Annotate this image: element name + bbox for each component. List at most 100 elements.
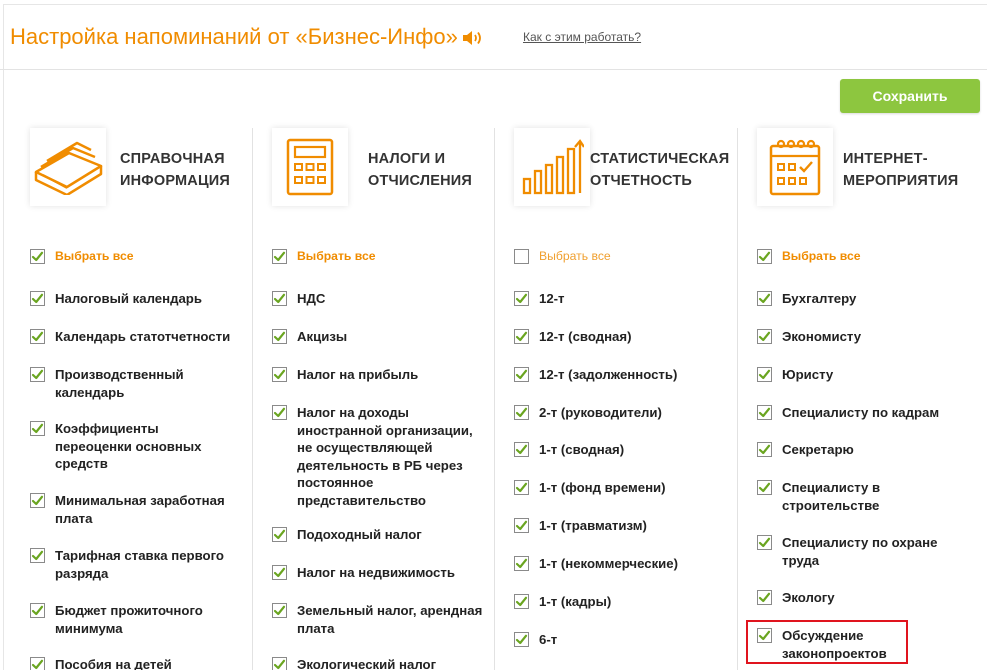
checkbox[interactable] — [30, 421, 45, 436]
checkbox[interactable] — [514, 518, 529, 533]
checkbox-label[interactable]: 6-т — [539, 631, 729, 649]
checkbox-item[interactable]: 12-т — [514, 290, 729, 308]
checkbox-label[interactable]: Специалисту в строительстве — [782, 479, 967, 514]
checkbox[interactable] — [514, 442, 529, 457]
checkbox[interactable] — [272, 367, 287, 382]
checkbox-item[interactable]: Налог на прибыль — [272, 366, 487, 384]
select-all-item[interactable]: Выбрать все — [514, 248, 729, 266]
checkbox-label[interactable]: Календарь статотчетности — [55, 328, 237, 346]
checkbox-item[interactable]: 12-т (задолженность) — [514, 366, 729, 384]
checkbox[interactable] — [272, 249, 287, 264]
checkbox-label[interactable]: Бухгалтеру — [782, 290, 967, 308]
checkbox-label[interactable]: Минимальная заработная плата — [55, 492, 237, 527]
save-button[interactable]: Сохранить — [840, 79, 980, 113]
checkbox-label[interactable]: Налог на недвижимость — [297, 564, 487, 582]
select-all-label[interactable]: Выбрать все — [297, 248, 487, 266]
checkbox-label[interactable]: Подоходный налог — [297, 526, 487, 544]
checkbox-item[interactable]: 1-т (травматизм) — [514, 517, 729, 535]
checkbox[interactable] — [514, 556, 529, 571]
checkbox-item[interactable]: Экономисту — [757, 328, 972, 346]
checkbox-label[interactable]: Специалисту по кадрам — [782, 404, 967, 422]
checkbox-item[interactable]: Тарифная ставка первого разряда — [30, 547, 245, 582]
checkbox[interactable] — [514, 249, 529, 264]
checkbox-item[interactable]: Земельный налог, арендная плата — [272, 602, 487, 637]
checkbox-item[interactable]: Налог на недвижимость — [272, 564, 487, 582]
checkbox[interactable] — [757, 405, 772, 420]
checkbox-item[interactable]: Налоговый календарь — [30, 290, 245, 308]
checkbox[interactable] — [30, 291, 45, 306]
checkbox-item[interactable]: Специалисту по охране труда — [757, 534, 972, 569]
checkbox-item[interactable]: Экологический налог — [272, 656, 487, 670]
checkbox-label[interactable]: Бюджет прожиточного минимума — [55, 602, 237, 637]
checkbox[interactable] — [757, 291, 772, 306]
checkbox[interactable] — [30, 329, 45, 344]
checkbox-item[interactable]: 1-т (кадры) — [514, 593, 729, 611]
checkbox-label[interactable]: Экологический налог — [297, 656, 487, 670]
help-link[interactable]: Как с этим работать? — [523, 30, 641, 44]
checkbox[interactable] — [30, 249, 45, 264]
select-all-label[interactable]: Выбрать все — [539, 248, 729, 266]
checkbox-label[interactable]: Коэффициенты переоценки основных средств — [55, 420, 237, 473]
checkbox[interactable] — [757, 249, 772, 264]
checkbox-label[interactable]: Налог на доходы иностранной организации,… — [297, 404, 487, 509]
checkbox[interactable] — [514, 291, 529, 306]
checkbox[interactable] — [30, 657, 45, 670]
checkbox-item[interactable]: Юристу — [757, 366, 972, 384]
checkbox[interactable] — [757, 480, 772, 495]
checkbox[interactable] — [514, 367, 529, 382]
checkbox[interactable] — [272, 565, 287, 580]
checkbox[interactable] — [514, 405, 529, 420]
select-all-item[interactable]: Выбрать все — [30, 248, 245, 266]
checkbox-label[interactable]: Обсуждение законопроектов — [782, 627, 967, 662]
checkbox[interactable] — [757, 367, 772, 382]
checkbox-label[interactable]: Экологу — [782, 589, 967, 607]
checkbox-label[interactable]: Акцизы — [297, 328, 487, 346]
checkbox-item[interactable]: 2-т (руководители) — [514, 404, 729, 422]
checkbox-label[interactable]: Специалисту по охране труда — [782, 534, 967, 569]
checkbox[interactable] — [757, 535, 772, 550]
checkbox[interactable] — [30, 367, 45, 382]
checkbox-label[interactable]: 1-т (сводная) — [539, 441, 729, 459]
checkbox-label[interactable]: 1-т (некоммерческие) — [539, 555, 729, 573]
checkbox-label[interactable]: Тарифная ставка первого разряда — [55, 547, 237, 582]
checkbox-label[interactable]: Налоговый календарь — [55, 290, 237, 308]
checkbox[interactable] — [757, 590, 772, 605]
checkbox-label[interactable]: 2-т (руководители) — [539, 404, 729, 422]
checkbox-label[interactable]: 1-т (фонд времени) — [539, 479, 729, 497]
checkbox-item[interactable]: НДС — [272, 290, 487, 308]
checkbox-item[interactable]: Бухгалтеру — [757, 290, 972, 308]
checkbox-label[interactable]: 12-т (сводная) — [539, 328, 729, 346]
checkbox-item[interactable]: Бюджет прожиточного минимума — [30, 602, 245, 637]
checkbox[interactable] — [30, 493, 45, 508]
checkbox[interactable] — [757, 628, 772, 643]
checkbox-label[interactable]: Производственный календарь — [55, 366, 237, 401]
checkbox-item[interactable]: Обсуждение законопроектов — [757, 627, 972, 662]
checkbox-label[interactable]: НДС — [297, 290, 487, 308]
checkbox-item[interactable]: Производственный календарь — [30, 366, 245, 401]
checkbox-item[interactable]: 1-т (некоммерческие) — [514, 555, 729, 573]
checkbox[interactable] — [30, 548, 45, 563]
checkbox-item[interactable]: 1-т (сводная) — [514, 441, 729, 459]
checkbox-label[interactable]: 1-т (травматизм) — [539, 517, 729, 535]
checkbox-label[interactable]: Земельный налог, арендная плата — [297, 602, 487, 637]
checkbox-item[interactable]: Налог на доходы иностранной организации,… — [272, 404, 487, 509]
checkbox-item[interactable]: 12-т (сводная) — [514, 328, 729, 346]
checkbox[interactable] — [272, 657, 287, 670]
checkbox-label[interactable]: Юристу — [782, 366, 967, 384]
checkbox[interactable] — [272, 527, 287, 542]
checkbox-label[interactable]: Секретарю — [782, 441, 967, 459]
checkbox[interactable] — [272, 291, 287, 306]
checkbox-item[interactable]: Специалисту по кадрам — [757, 404, 972, 422]
checkbox[interactable] — [514, 329, 529, 344]
checkbox-item[interactable]: Акцизы — [272, 328, 487, 346]
checkbox-item[interactable]: 1-т (фонд времени) — [514, 479, 729, 497]
speaker-icon[interactable] — [462, 29, 484, 47]
checkbox-item[interactable]: Экологу — [757, 589, 972, 607]
checkbox-label[interactable]: Пособия на детей — [55, 656, 237, 670]
checkbox-item[interactable]: Минимальная заработная плата — [30, 492, 245, 527]
select-all-item[interactable]: Выбрать все — [272, 248, 487, 266]
checkbox[interactable] — [757, 329, 772, 344]
checkbox[interactable] — [757, 442, 772, 457]
select-all-label[interactable]: Выбрать все — [782, 248, 967, 266]
checkbox[interactable] — [30, 603, 45, 618]
